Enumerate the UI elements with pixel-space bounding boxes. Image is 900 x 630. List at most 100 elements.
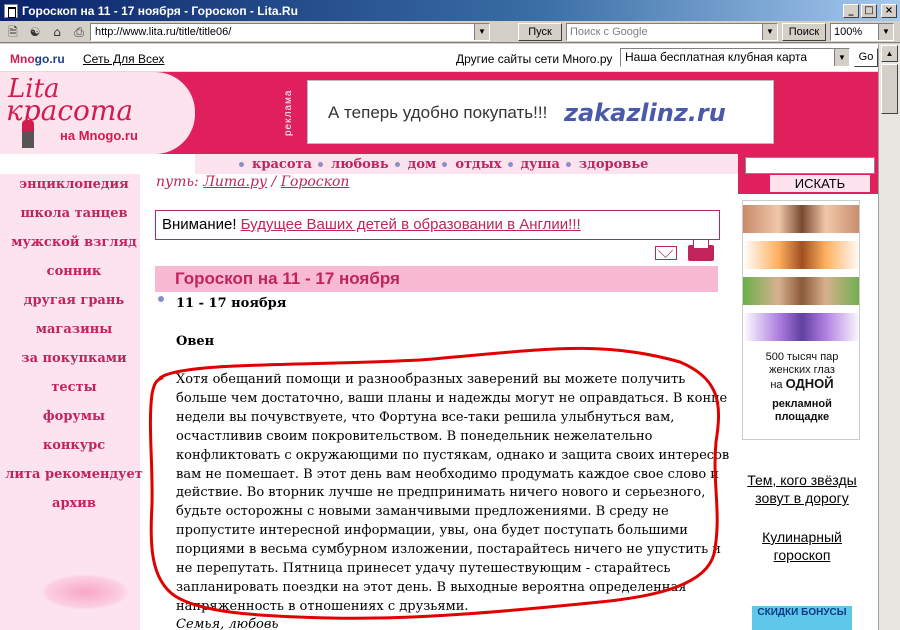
print-icon[interactable]: ⎙ <box>70 24 88 40</box>
chevron-down-icon[interactable]: ▼ <box>834 49 849 66</box>
text-line: пропустите интересной информации, увы, о… <box>176 523 688 539</box>
next-section-label: Семья, любовь <box>176 617 279 630</box>
mnogo-logo[interactable]: Mnogo.ru <box>10 52 65 66</box>
google-search-input[interactable]: Поиск с Google ▼ <box>566 23 778 41</box>
sidebar-item-male-view[interactable]: мужской взгляд <box>0 235 148 250</box>
article-title-bar: Гороскоп на 11 - 17 ноября <box>155 266 718 292</box>
sidebar-item-dance-school[interactable]: школа танцев <box>0 206 148 221</box>
nav-item-dusha[interactable]: душа <box>521 157 560 172</box>
bookmark-icon[interactable]: ☯ <box>26 24 44 40</box>
find-button[interactable]: ИСКАТЬ <box>770 175 870 192</box>
printer-icon[interactable] <box>688 239 714 261</box>
eye-image <box>743 277 859 305</box>
nav-bullet-icon <box>394 161 400 167</box>
club-card-select[interactable]: Наша бесплатная клубная карта ▼ <box>620 48 850 67</box>
nav-item-krasota[interactable]: красота <box>252 157 312 172</box>
page-viewport: Mnogo.ru Сеть Для Всех Другие сайты сети… <box>0 44 878 630</box>
sidebar-item-dream-book[interactable]: сонник <box>0 264 148 279</box>
text-line: недели вы почувствуете, что Фортуна все-… <box>176 409 675 425</box>
travel-horoscope-link[interactable]: Тем, кого звёзды зовут в дорогу <box>738 471 866 507</box>
sidebar-item-forums[interactable]: форумы <box>0 409 148 424</box>
email-icon[interactable] <box>655 246 677 260</box>
home-icon[interactable]: ⌂ <box>48 24 66 40</box>
breadcrumb-section-link[interactable]: Гороскоп <box>281 174 350 190</box>
club-card-value: Наша бесплатная клубная карта <box>625 50 808 64</box>
notice-link[interactable]: Будущее Ваших детей в образовании в Англ… <box>241 216 581 233</box>
chevron-down-icon[interactable]: ▼ <box>762 24 777 40</box>
zoom-select[interactable]: 100% ▼ <box>830 23 894 41</box>
text-line: не перепутать. Пятница принесет удачу пу… <box>176 561 671 577</box>
nav-item-otdykh[interactable]: отдых <box>455 157 501 172</box>
sidebar-item-recommends[interactable]: лита рекомендует <box>0 467 148 482</box>
nav-item-dom[interactable]: дом <box>408 157 437 172</box>
sidebar-item-shops[interactable]: магазины <box>0 322 148 337</box>
ad-line-bold: ОДНОЙ <box>785 376 834 391</box>
sidebar-item-tests[interactable]: тесты <box>0 380 148 395</box>
date-bullet-icon <box>158 296 164 302</box>
network-link[interactable]: Сеть Для Всех <box>83 52 164 66</box>
text-line: порциями в весьма сумбурном изложении, п… <box>176 542 721 558</box>
text-line: больше чем достаточно, ваши планы и наде… <box>176 390 728 406</box>
eyes-ad[interactable]: 500 тысяч пар женских глаз на ОДНОЙ рекл… <box>742 200 860 440</box>
minimize-button[interactable]: _ <box>843 3 859 18</box>
breadcrumb-separator: / <box>267 174 281 190</box>
chevron-down-icon[interactable]: ▼ <box>474 24 489 40</box>
page-icon[interactable]: 🗎 <box>4 24 22 40</box>
browser-app-icon <box>4 3 18 18</box>
maximize-button[interactable]: □ <box>861 3 877 18</box>
eye-image <box>743 205 859 233</box>
window-title: Гороскоп на 11 - 17 ноября - Гороскоп - … <box>22 3 298 18</box>
vertical-scrollbar[interactable]: ▲ <box>878 44 900 630</box>
address-field[interactable]: http://www.lita.ru/title/title06/ ▼ <box>90 23 490 41</box>
address-value: http://www.lita.ru/title/title06/ <box>95 26 232 38</box>
go-button[interactable]: Пуск <box>518 23 562 41</box>
network-bar: Mnogo.ru Сеть Для Всех Другие сайты сети… <box>0 44 878 72</box>
sidebar-item-archive[interactable]: архив <box>0 496 148 511</box>
culinary-horoscope-link[interactable]: Кулинарный гороскоп <box>738 528 866 564</box>
site-search-input[interactable] <box>745 157 875 174</box>
text-line: напряженность в отношениях с друзьями. <box>176 598 469 614</box>
other-sites-label: Другие сайты сети Много.ру <box>456 52 613 66</box>
title-bar: Гороскоп на 11 - 17 ноября - Гороскоп - … <box>0 0 900 21</box>
discount-banner[interactable]: СКИДКИ БОНУСЫ <box>752 606 852 630</box>
ad-line: площадке <box>774 411 830 423</box>
zoom-value: 100% <box>834 26 863 38</box>
site-header: Lita красота на Mnogo.ru реклама А тепер… <box>0 72 878 154</box>
ad-banner[interactable]: А теперь удобно покупать!!! zakazlinz.ru <box>307 80 774 144</box>
chevron-down-icon[interactable]: ▼ <box>878 24 893 40</box>
site-logo[interactable]: Lita красота на Mnogo.ru <box>0 72 195 154</box>
club-go-button[interactable]: Go <box>854 48 878 67</box>
text-line: запланировать поездки на этот день. В вы… <box>176 579 687 595</box>
nav-bullet-icon <box>317 161 323 167</box>
ad-text: 500 тысяч пар женских глаз на ОДНОЙ рекл… <box>743 351 859 424</box>
nav-item-zdorovye[interactable]: здоровье <box>579 157 649 172</box>
text-line: конфликтовать с окружающими по пустякам,… <box>176 447 730 463</box>
breadcrumb-home-link[interactable]: Лита.ру <box>203 174 267 190</box>
search-button[interactable]: Поиск <box>782 23 826 41</box>
sidebar-item-encyclopedia[interactable]: энциклопедия <box>0 177 148 192</box>
page-title: Гороскоп на 11 - 17 ноября <box>175 269 400 288</box>
scroll-up-icon[interactable]: ▲ <box>881 45 898 62</box>
search-placeholder: Поиск с Google <box>570 26 648 38</box>
ad-line: рекламной <box>772 398 832 410</box>
close-button[interactable]: × <box>881 3 897 18</box>
ad-line: 500 тысяч пар <box>765 351 839 363</box>
breadcrumb-prefix: путь: <box>156 174 204 190</box>
notice-box: Внимание! Будущее Ваших детей в образова… <box>155 210 720 240</box>
breadcrumb: путь: Лита.ру / Гороскоп <box>156 174 349 190</box>
sidebar-item-shopping[interactable]: за покупками <box>0 351 148 366</box>
nav-bullet-icon <box>239 161 244 167</box>
banner-brand: zakazlinz.ru <box>564 99 726 127</box>
sidebar-item-contest[interactable]: конкурс <box>0 438 148 453</box>
mnogo-logo-suffix: go.ru <box>34 52 65 66</box>
scroll-thumb[interactable] <box>881 64 898 114</box>
ad-line: на ОДНОЙ <box>743 376 859 392</box>
sidebar-item-other-side[interactable]: другая грань <box>0 293 148 308</box>
zodiac-sign-title: Овен <box>176 334 215 349</box>
lipstick-icon <box>22 120 34 148</box>
text-line: осчастливив своим покровительством. В по… <box>176 428 653 444</box>
text-line: вам не помешает. В этот день вам необход… <box>176 466 719 482</box>
banner-text: А теперь удобно покупать!!! <box>328 103 548 122</box>
nav-item-lyubov[interactable]: любовь <box>331 157 389 172</box>
eye-image <box>743 241 859 269</box>
